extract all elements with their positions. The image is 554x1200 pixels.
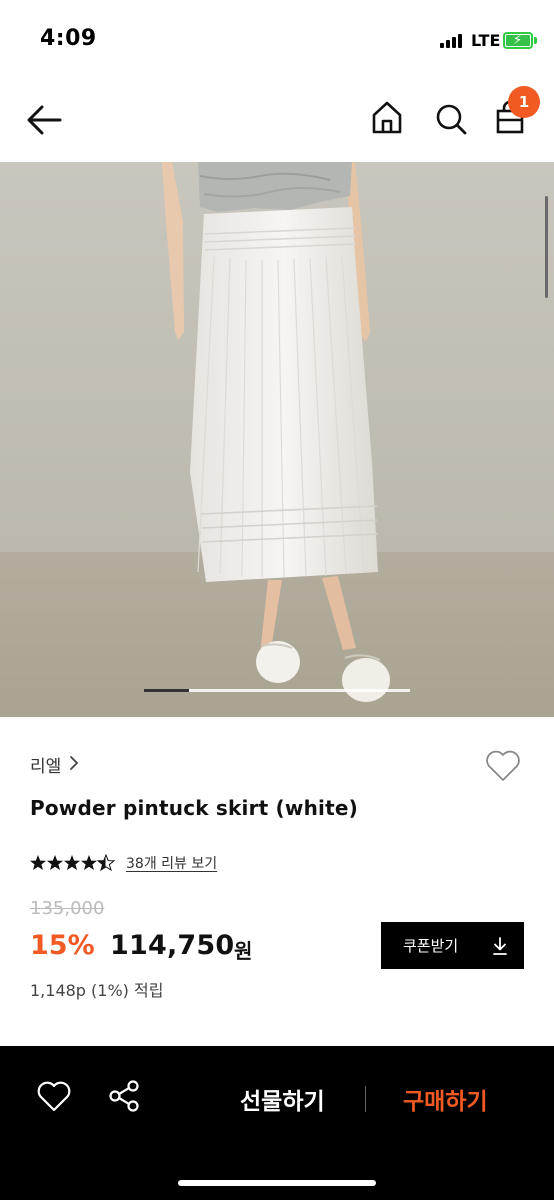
cellular-signal-icon xyxy=(440,34,464,48)
cart-count-badge: 1 xyxy=(508,86,540,118)
star-icon xyxy=(47,855,63,870)
bottom-action-bar: 선물하기 구매하기 xyxy=(0,1046,554,1200)
half-star-icon xyxy=(96,854,116,872)
product-image[interactable] xyxy=(0,162,554,717)
home-button[interactable] xyxy=(368,98,406,138)
brand-link[interactable]: 리엘 xyxy=(30,752,61,777)
review-link[interactable]: 38개 리뷰 보기 xyxy=(126,853,217,873)
star-icon xyxy=(30,855,46,870)
network-type: LTE xyxy=(471,31,501,50)
heart-outline-icon xyxy=(37,1081,71,1112)
product-title: Powder pintuck skirt (white) xyxy=(30,796,358,820)
battery-tip xyxy=(534,37,537,44)
status-bar: 4:09 LTE ⚡ xyxy=(0,0,554,80)
home-icon xyxy=(372,101,402,134)
star-icon xyxy=(64,855,80,870)
chevron-right-icon xyxy=(70,756,78,770)
scroll-indicator xyxy=(545,196,548,298)
coupon-download-button[interactable]: 쿠폰받기 xyxy=(381,922,524,969)
bottom-wishlist-button[interactable] xyxy=(36,1080,72,1114)
heart-outline-icon xyxy=(486,750,520,781)
wishlist-button[interactable] xyxy=(484,748,522,784)
gift-button[interactable]: 선물하기 xyxy=(240,1082,325,1116)
status-time: 4:09 xyxy=(40,26,97,51)
bottom-divider xyxy=(365,1086,366,1112)
discount-rate: 15% xyxy=(30,930,95,961)
search-icon xyxy=(436,104,467,135)
share-button[interactable] xyxy=(106,1078,142,1114)
original-price: 135,000 xyxy=(30,898,105,919)
carousel-progress-thumb xyxy=(144,689,189,692)
battery-charging-icon: ⚡ xyxy=(503,32,533,49)
share-icon xyxy=(109,1080,139,1112)
buy-button[interactable]: 구매하기 xyxy=(403,1082,488,1116)
download-icon xyxy=(493,937,507,955)
sale-price: 114,750 xyxy=(110,930,235,961)
top-nav-bar xyxy=(0,80,554,162)
arrow-left-icon xyxy=(27,105,62,135)
currency-unit: 원 xyxy=(234,939,253,963)
reward-points: 1,148p (1%) 적립 xyxy=(30,981,164,1000)
back-button[interactable] xyxy=(24,102,64,138)
coupon-label: 쿠폰받기 xyxy=(403,938,459,955)
home-indicator xyxy=(178,1180,376,1186)
star-icon xyxy=(81,855,97,870)
star-rating xyxy=(30,854,116,872)
search-button[interactable] xyxy=(432,98,470,138)
